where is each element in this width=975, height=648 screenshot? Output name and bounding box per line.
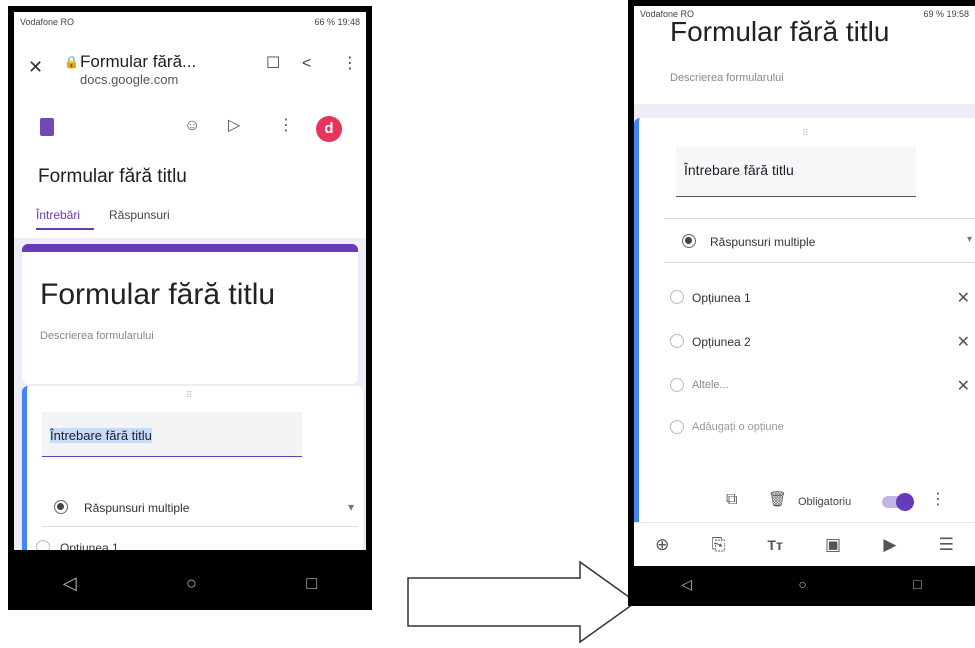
status-right: 66 % 19:48 xyxy=(314,17,360,27)
option-row-2[interactable]: Opțiunea 2 ✕ xyxy=(670,332,970,352)
more-vert-icon[interactable]: ⋮ xyxy=(930,492,946,508)
left-screen: Vodafone RO 66 % 19:48 ✕ 🔒 Formular fără… xyxy=(14,12,366,550)
browser-url: docs.google.com xyxy=(80,72,179,87)
drag-handle-icon[interactable]: ⠿ xyxy=(802,128,809,139)
radio-button-icon xyxy=(670,420,684,434)
question-type-dropdown[interactable]: Răspunsuri multiple ▾ xyxy=(682,232,972,252)
duplicate-icon[interactable]: ⧉ xyxy=(726,492,737,508)
dropdown-arrow-icon: ▾ xyxy=(966,234,972,245)
tab-underline xyxy=(36,228,94,230)
more-vert-icon[interactable]: ⋮ xyxy=(342,56,358,72)
lock-icon: 🔒 xyxy=(64,55,79,69)
question-title-field[interactable]: Întrebare fără titlu xyxy=(676,146,916,197)
remove-option-icon[interactable]: ✕ xyxy=(957,376,970,396)
question-title: Întrebare fără titlu xyxy=(684,162,794,178)
option-row[interactable]: Opțiunea 1 xyxy=(36,538,336,550)
carrier-label: Vodafone RO xyxy=(640,9,695,19)
question-type-label: Răspunsuri multiple xyxy=(710,235,816,249)
required-label: Obligatoriu xyxy=(798,496,852,508)
home-icon[interactable]: ○ xyxy=(798,577,806,591)
docs-forms-icon xyxy=(40,118,54,136)
left-phone: Vodafone RO 66 % 19:48 ✕ 🔒 Formular fără… xyxy=(8,6,372,610)
back-icon[interactable]: ◁ xyxy=(681,577,692,591)
image-icon[interactable]: ▣ xyxy=(825,535,841,555)
right-arrow-graphic xyxy=(407,560,638,644)
bottom-toolbar: ⊕ ⎘ Tт ▣ ▶ ☰ xyxy=(634,522,975,566)
status-bar: Vodafone RO 66 % 19:48 xyxy=(14,12,366,32)
avatar-letter: d xyxy=(324,120,334,137)
radio-button-icon xyxy=(682,234,696,248)
form-description[interactable]: Descrierea formularului xyxy=(40,330,154,342)
android-nav-bar: ◁ ○ □ xyxy=(628,566,975,602)
question-type-dropdown[interactable]: Răspunsuri multiple ▾ xyxy=(54,498,354,518)
home-icon[interactable]: ○ xyxy=(186,574,197,592)
tab-questions-label: Întrebări xyxy=(36,208,81,222)
recents-icon[interactable]: □ xyxy=(913,577,921,591)
remove-option-icon[interactable]: ✕ xyxy=(957,332,970,352)
section-icon[interactable]: ☰ xyxy=(939,535,954,555)
option-label: Altele... xyxy=(692,379,729,391)
palette-icon[interactable]: ☺ xyxy=(184,118,200,134)
status-right: 69 % 19:58 xyxy=(923,9,969,19)
send-icon[interactable]: ▷ xyxy=(228,118,240,134)
divider xyxy=(664,262,975,263)
right-screen: Formular fără titlu Vodafone RO 69 % 19:… xyxy=(634,6,975,566)
add-option-label: Adăugați o opțiune xyxy=(692,421,784,433)
form-header-card xyxy=(22,244,358,384)
required-toggle[interactable] xyxy=(882,493,914,511)
android-nav-bar: ◁ ○ □ xyxy=(8,556,372,610)
bookmark-icon[interactable]: ☐ xyxy=(266,56,280,72)
divider xyxy=(42,526,358,527)
back-icon[interactable]: ◁ xyxy=(63,574,77,592)
option-label: Opțiunea 2 xyxy=(692,335,751,349)
drag-handle-icon[interactable]: ⠿ xyxy=(186,390,193,401)
radio-button-icon xyxy=(36,540,50,550)
radio-button-icon xyxy=(54,500,68,514)
form-title-large[interactable]: Formular fără titlu xyxy=(40,278,275,312)
question-title: Întrebare fără titlu xyxy=(50,428,152,443)
browser-page-title: Formular fără... xyxy=(80,52,197,71)
import-icon[interactable]: ⎘ xyxy=(712,535,726,555)
option-row-other[interactable]: Altele... ✕ xyxy=(670,376,970,396)
add-circle-icon[interactable]: ⊕ xyxy=(655,535,669,555)
share-icon[interactable]: < xyxy=(302,56,311,72)
form-title-small: Formular fără titlu xyxy=(38,166,187,187)
tab-questions[interactable]: Întrebări xyxy=(36,208,94,230)
option-label: Opțiunea 1 xyxy=(692,291,751,305)
carrier-label: Vodafone RO xyxy=(20,17,75,27)
add-option-row[interactable]: Adăugați o opțiune xyxy=(670,418,970,438)
video-icon[interactable]: ▶ xyxy=(883,535,896,555)
radio-button-icon xyxy=(670,290,684,304)
radio-button-icon xyxy=(670,334,684,348)
status-bar: Vodafone RO 69 % 19:58 xyxy=(634,6,975,22)
dropdown-arrow-icon: ▾ xyxy=(347,500,354,514)
close-icon[interactable]: ✕ xyxy=(28,58,43,76)
remove-option-icon[interactable]: ✕ xyxy=(957,288,970,308)
tab-responses[interactable]: Răspunsuri xyxy=(109,208,170,222)
avatar[interactable]: d xyxy=(316,116,342,142)
more-vert-icon[interactable]: ⋮ xyxy=(278,118,294,134)
recents-icon[interactable]: □ xyxy=(306,574,317,592)
radio-button-icon xyxy=(670,378,684,392)
divider xyxy=(664,218,975,219)
option-row-1[interactable]: Opțiunea 1 ✕ xyxy=(670,288,970,308)
question-title-field[interactable]: Întrebare fără titlu xyxy=(42,412,302,457)
delete-icon[interactable]: 🗑 xyxy=(768,492,787,507)
right-phone: Formular fără titlu Vodafone RO 69 % 19:… xyxy=(628,0,975,606)
form-description[interactable]: Descrierea formularului xyxy=(670,72,784,84)
option-label: Opțiunea 1 xyxy=(60,541,119,550)
text-icon[interactable]: Tт xyxy=(767,537,782,553)
question-type-label: Răspunsuri multiple xyxy=(84,501,190,515)
toggle-knob xyxy=(896,493,914,511)
